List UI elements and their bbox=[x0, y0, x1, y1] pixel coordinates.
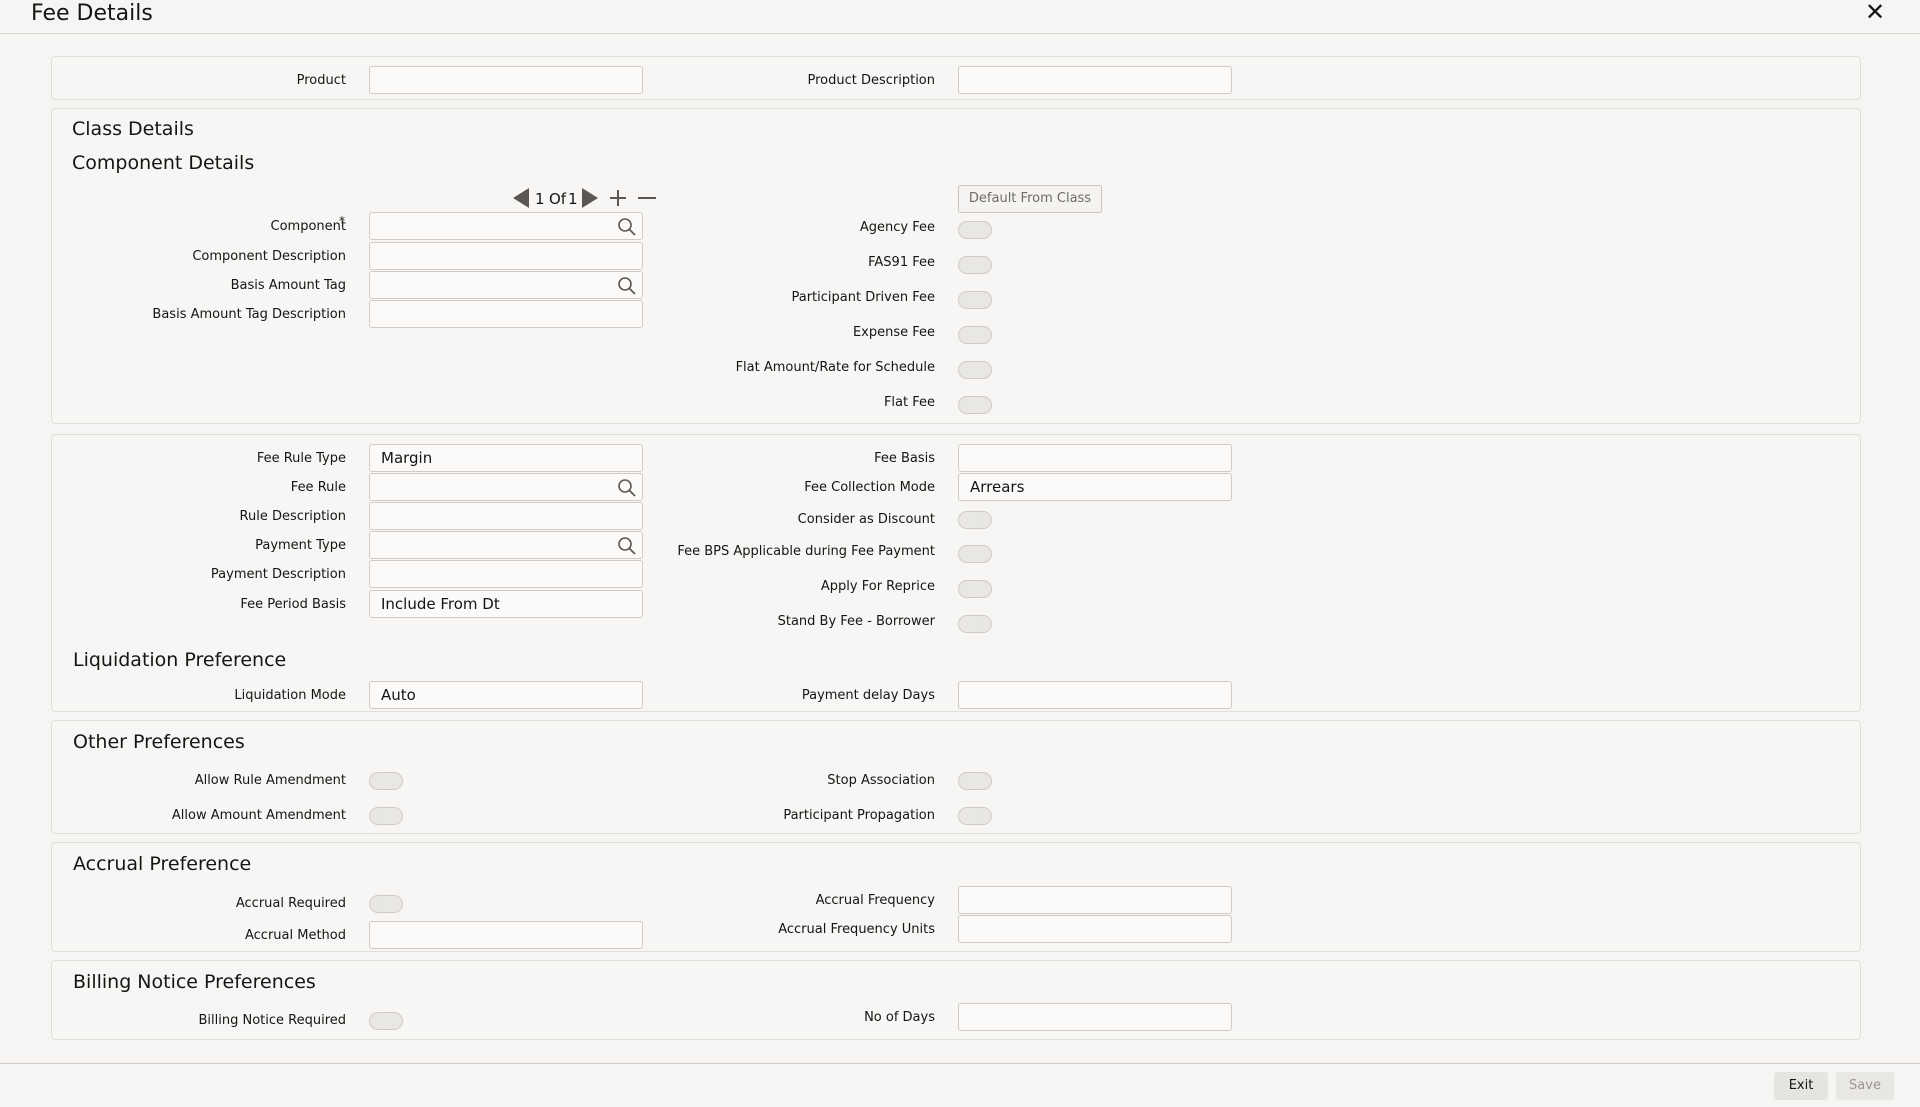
class-details-title: Class Details bbox=[72, 118, 194, 140]
no-of-days-input[interactable] bbox=[958, 1003, 1232, 1031]
accrual-frequency-label: Accrual Frequency bbox=[815, 893, 935, 908]
rule-description-input[interactable] bbox=[369, 502, 643, 530]
agency-fee-label: Agency Fee bbox=[859, 220, 935, 235]
search-icon[interactable] bbox=[617, 276, 637, 296]
payment-description-label: Payment Description bbox=[210, 567, 346, 582]
apply-for-reprice-toggle[interactable] bbox=[958, 580, 992, 598]
basis-amount-tag-description-label: Basis Amount Tag Description bbox=[152, 307, 346, 322]
participant-driven-fee-label: Participant Driven Fee bbox=[791, 290, 935, 305]
product-input[interactable] bbox=[369, 66, 643, 94]
fee-collection-mode-input[interactable]: Arrears bbox=[958, 473, 1232, 501]
product-label: Product bbox=[296, 73, 346, 88]
allow-rule-amendment-label: Allow Rule Amendment bbox=[194, 773, 346, 788]
liquidation-mode-input[interactable]: Auto bbox=[369, 681, 643, 709]
billing-notice-preferences-title: Billing Notice Preferences bbox=[73, 971, 316, 993]
allow-rule-amendment-toggle[interactable] bbox=[369, 772, 403, 790]
component-input[interactable] bbox=[369, 212, 643, 240]
basis-amount-tag-label: Basis Amount Tag bbox=[230, 278, 346, 293]
expense-fee-toggle[interactable] bbox=[958, 326, 992, 344]
page-title: Fee Details bbox=[31, 1, 153, 26]
close-icon[interactable]: ✕ bbox=[1860, 0, 1890, 26]
billing-notice-required-toggle[interactable] bbox=[369, 1012, 403, 1030]
basis-amount-tag-description-input[interactable] bbox=[369, 300, 643, 328]
component-details-title: Component Details bbox=[72, 152, 255, 174]
liquidation-preference-title: Liquidation Preference bbox=[73, 649, 287, 671]
save-button[interactable]: Save bbox=[1836, 1072, 1894, 1100]
component-description-label: Component Description bbox=[192, 249, 346, 264]
rule-description-label: Rule Description bbox=[239, 509, 346, 524]
stand-by-fee-borrower-toggle[interactable] bbox=[958, 615, 992, 633]
component-label: Component bbox=[270, 219, 346, 234]
accrual-frequency-input[interactable] bbox=[958, 886, 1232, 914]
fee-basis-label: Fee Basis bbox=[874, 451, 935, 466]
component-description-input[interactable] bbox=[369, 242, 643, 270]
stop-association-toggle[interactable] bbox=[958, 772, 992, 790]
consider-as-discount-toggle[interactable] bbox=[958, 511, 992, 529]
accrual-required-label: Accrual Required bbox=[235, 896, 346, 911]
product-description-input[interactable] bbox=[958, 66, 1232, 94]
accrual-method-input[interactable] bbox=[369, 921, 643, 949]
header-divider bbox=[0, 33, 1920, 34]
minus-icon[interactable] bbox=[637, 188, 657, 208]
default-from-class-button[interactable]: Default From Class bbox=[958, 185, 1102, 213]
next-arrow-icon[interactable] bbox=[582, 188, 598, 208]
fee-rule-type-label: Fee Rule Type bbox=[256, 451, 346, 466]
component-panel bbox=[51, 108, 1861, 424]
expense-fee-label: Expense Fee bbox=[852, 325, 935, 340]
required-mark: * bbox=[339, 214, 345, 228]
payment-description-input[interactable] bbox=[369, 560, 643, 588]
product-description-label: Product Description bbox=[807, 73, 935, 88]
payment-delay-days-label: Payment delay Days bbox=[801, 688, 935, 703]
pager-current: 1 bbox=[535, 190, 545, 208]
no-of-days-label: No of Days bbox=[864, 1010, 935, 1025]
stand-by-fee-borrower-label: Stand By Fee - Borrower bbox=[777, 614, 935, 629]
stop-association-label: Stop Association bbox=[827, 773, 935, 788]
basis-amount-tag-input[interactable] bbox=[369, 271, 643, 299]
consider-as-discount-label: Consider as Discount bbox=[797, 512, 935, 527]
flat-amount-rate-label: Flat Amount/Rate for Schedule bbox=[735, 360, 935, 375]
liquidation-mode-label: Liquidation Mode bbox=[234, 688, 346, 703]
payment-type-label: Payment Type bbox=[255, 538, 346, 553]
accrual-preference-title: Accrual Preference bbox=[73, 853, 252, 875]
other-preferences-title: Other Preferences bbox=[73, 731, 245, 753]
accrual-frequency-units-label: Accrual Frequency Units bbox=[778, 922, 935, 937]
flat-fee-label: Flat Fee bbox=[883, 395, 935, 410]
agency-fee-toggle[interactable] bbox=[958, 221, 992, 239]
payment-type-input[interactable] bbox=[369, 531, 643, 559]
accrual-frequency-units-input[interactable] bbox=[958, 915, 1232, 943]
fee-rule-input[interactable] bbox=[369, 473, 643, 501]
apply-for-reprice-label: Apply For Reprice bbox=[820, 579, 935, 594]
billing-notice-required-label: Billing Notice Required bbox=[198, 1013, 346, 1028]
flat-amount-rate-toggle[interactable] bbox=[958, 361, 992, 379]
pager-total: 1 bbox=[568, 190, 578, 208]
search-icon[interactable] bbox=[617, 478, 637, 498]
accrual-required-toggle[interactable] bbox=[369, 895, 403, 913]
fee-period-basis-input[interactable]: Include From Dt bbox=[369, 590, 643, 618]
search-icon[interactable] bbox=[617, 536, 637, 556]
footer-divider bbox=[0, 1063, 1920, 1064]
fee-rule-type-input[interactable]: Margin bbox=[369, 444, 643, 472]
participant-driven-fee-toggle[interactable] bbox=[958, 291, 992, 309]
fas91-fee-toggle[interactable] bbox=[958, 256, 992, 274]
prev-arrow-icon[interactable] bbox=[513, 188, 529, 208]
pager-of-label: Of bbox=[549, 190, 567, 208]
plus-icon[interactable] bbox=[608, 188, 628, 208]
payment-delay-days-input[interactable] bbox=[958, 681, 1232, 709]
exit-button[interactable]: Exit bbox=[1774, 1072, 1828, 1100]
fee-bps-applicable-label: Fee BPS Applicable during Fee Payment bbox=[677, 544, 935, 559]
participant-propagation-label: Participant Propagation bbox=[783, 808, 935, 823]
allow-amount-amendment-toggle[interactable] bbox=[369, 807, 403, 825]
fee-collection-mode-label: Fee Collection Mode bbox=[804, 480, 935, 495]
fee-rule-label: Fee Rule bbox=[290, 480, 346, 495]
fee-bps-applicable-toggle[interactable] bbox=[958, 545, 992, 563]
flat-fee-toggle[interactable] bbox=[958, 396, 992, 414]
allow-amount-amendment-label: Allow Amount Amendment bbox=[171, 808, 346, 823]
fas91-fee-label: FAS91 Fee bbox=[868, 255, 935, 270]
fee-basis-input[interactable] bbox=[958, 444, 1232, 472]
accrual-method-label: Accrual Method bbox=[244, 928, 346, 943]
fee-period-basis-label: Fee Period Basis bbox=[240, 597, 346, 612]
search-icon[interactable] bbox=[617, 217, 637, 237]
participant-propagation-toggle[interactable] bbox=[958, 807, 992, 825]
